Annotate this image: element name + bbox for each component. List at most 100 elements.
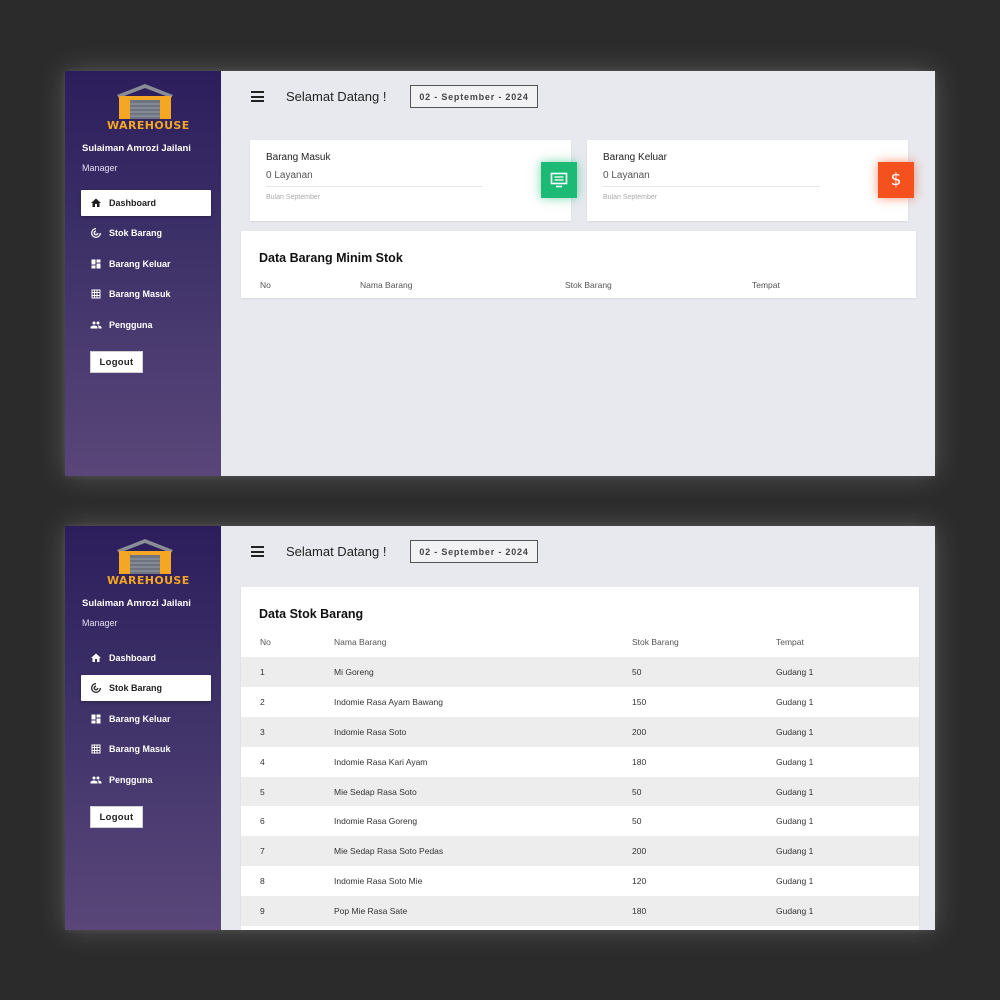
warehouse-icon xyxy=(117,84,173,119)
warehouse-icon xyxy=(117,539,173,574)
user-role: Manager xyxy=(82,618,118,628)
table-grid-icon xyxy=(91,744,101,754)
column-header-no: No xyxy=(260,637,271,647)
barang-keluar-card: Barang Keluar 0 Layanan Bulan September … xyxy=(587,140,914,221)
column-header-stok-barang: Stok Barang xyxy=(632,637,679,647)
sidebar-item-label: Dashboard xyxy=(109,198,157,208)
column-header-no: No xyxy=(260,280,271,290)
logout-button[interactable]: Logout xyxy=(90,351,143,373)
sidebar-item-stok-barang[interactable]: Stok Barang xyxy=(81,220,211,246)
cell-no: 8 xyxy=(260,876,265,887)
cell-stok-barang: 50 xyxy=(632,816,642,827)
column-header-nama-barang: Nama Barang xyxy=(360,280,413,290)
cell-tempat: Gudang 1 xyxy=(776,726,814,737)
cell-nama-barang: Indomie Rasa Soto Mie xyxy=(334,876,423,887)
cell-no: 4 xyxy=(260,756,265,767)
cell-tempat: Gudang 1 xyxy=(776,816,814,827)
cell-no: 3 xyxy=(260,726,265,737)
sidebar-item-pengguna[interactable]: Pengguna xyxy=(81,767,211,793)
table-row: 1 Mi Goreng 50 Gudang 1 xyxy=(241,657,919,687)
brand-text: WAREHOUSE xyxy=(107,119,190,132)
sidebar-item-barang-masuk[interactable]: Barang Masuk xyxy=(81,281,211,307)
people-icon xyxy=(90,776,102,784)
date-display: 02 - September - 2024 xyxy=(410,85,538,108)
sidebar-item-label: Dashboard xyxy=(109,653,157,663)
sidebar-item-label: Pengguna xyxy=(109,774,153,785)
sidebar-item-label: Barang Keluar xyxy=(109,258,171,269)
hamburger-menu-icon[interactable] xyxy=(251,91,264,102)
table-title: Data Barang Minim Stok xyxy=(259,251,403,265)
sidebar-item-label: Barang Masuk xyxy=(109,744,171,755)
cell-stok-barang: 200 xyxy=(632,846,647,857)
radar-icon xyxy=(91,228,101,239)
user-role: Manager xyxy=(82,163,118,173)
table-title: Data Stok Barang xyxy=(259,607,364,621)
sidebar-item-barang-masuk[interactable]: Barang Masuk xyxy=(81,736,211,762)
sidebar: WAREHOUSE Sulaiman Amrozi Jailani Manage… xyxy=(65,526,221,930)
column-header-stok-barang: Stok Barang xyxy=(565,280,612,290)
card-note: Bulan September xyxy=(603,194,658,201)
logout-button[interactable]: Logout xyxy=(90,806,143,828)
hamburger-menu-icon[interactable] xyxy=(251,546,264,557)
sidebar-item-stok-barang[interactable]: Stok Barang xyxy=(81,675,211,702)
cell-nama-barang: Mie Sedap Rasa Soto xyxy=(334,786,417,797)
barang-masuk-card: Barang Masuk 0 Layanan Bulan September xyxy=(250,140,577,221)
table-row: 7 Mie Sedap Rasa Soto Pedas 200 Gudang 1 xyxy=(241,836,919,867)
cell-stok-barang: 150 xyxy=(632,696,647,707)
cell-no: 7 xyxy=(260,846,265,857)
stock-table-card: Data Stok Barang No Nama Barang Stok Bar… xyxy=(241,587,919,930)
sidebar-item-barang-keluar[interactable]: Barang Keluar xyxy=(81,706,211,732)
table-row: 9 Pop Mie Rasa Sate 180 Gudang 1 xyxy=(241,896,919,927)
cell-tempat: Gudang 1 xyxy=(776,906,814,917)
card-title: Barang Keluar xyxy=(603,152,667,163)
sidebar-item-label: Stok Barang xyxy=(109,228,163,239)
column-header-tempat: Tempat xyxy=(752,280,780,290)
cell-no: 1 xyxy=(260,667,265,677)
dashboard-grid-icon xyxy=(91,714,101,724)
table-row: 2 Indomie Rasa Ayam Bawang 150 Gudang 1 xyxy=(241,687,919,717)
warehouse-logo: WAREHOUSE xyxy=(105,83,190,135)
sidebar: WAREHOUSE Sulaiman Amrozi Jailani Manage… xyxy=(65,71,221,476)
sidebar-nav: Dashboard Stok Barang Barang Keluar Bara… xyxy=(81,190,211,342)
cell-tempat: Gudang 1 xyxy=(776,756,814,767)
warehouse-logo: WAREHOUSE xyxy=(105,538,190,590)
min-stock-table-card: Data Barang Minim Stok No Nama Barang St… xyxy=(241,231,916,298)
cell-stok-barang: 120 xyxy=(632,876,647,887)
table-grid-icon xyxy=(91,289,101,299)
card-title: Barang Masuk xyxy=(266,152,331,163)
dashboard-screen: WAREHOUSE Sulaiman Amrozi Jailani Manage… xyxy=(65,71,935,476)
table-row: 6 Indomie Rasa Goreng 50 Gudang 1 xyxy=(241,806,919,836)
table-row: 3 Indomie Rasa Soto 200 Gudang 1 xyxy=(241,716,919,747)
cell-tempat: Gudang 1 xyxy=(776,876,814,887)
cell-nama-barang: Indomie Rasa Soto xyxy=(334,726,407,737)
sidebar-item-barang-keluar[interactable]: Barang Keluar xyxy=(81,251,211,277)
people-icon xyxy=(90,321,102,329)
card-value: 0 Layanan xyxy=(603,170,650,181)
cell-stok-barang: 200 xyxy=(632,726,647,737)
divider xyxy=(603,186,820,187)
brand-text: WAREHOUSE xyxy=(107,574,190,587)
sidebar-item-dashboard[interactable]: Dashboard xyxy=(81,190,211,216)
cell-nama-barang: Mi Goreng xyxy=(334,667,374,677)
sidebar-nav: Dashboard Stok Barang Barang Keluar Bara… xyxy=(81,645,211,797)
cell-nama-barang: Pop Mie Rasa Sate xyxy=(334,906,408,917)
sidebar-item-dashboard[interactable]: Dashboard xyxy=(81,645,211,671)
table-row: 8 Indomie Rasa Soto Mie 120 Gudang 1 xyxy=(241,866,919,896)
cell-no: 9 xyxy=(260,906,265,917)
column-header-tempat: Tempat xyxy=(776,637,804,647)
cell-nama-barang: Mie Sedap Rasa Soto Pedas xyxy=(334,846,444,857)
card-note: Bulan September xyxy=(266,194,321,201)
date-display: 02 - September - 2024 xyxy=(410,540,538,563)
table-row: 4 Indomie Rasa Kari Ayam 180 Gudang 1 xyxy=(241,747,919,777)
dollar-icon: $ xyxy=(878,162,914,198)
home-icon xyxy=(91,653,101,662)
sidebar-item-pengguna[interactable]: Pengguna xyxy=(81,312,211,338)
user-name: Sulaiman Amrozi Jailani xyxy=(82,598,191,609)
cell-tempat: Gudang 1 xyxy=(776,667,814,677)
welcome-text: Selamat Datang ! xyxy=(286,544,387,559)
cell-stok-barang: 180 xyxy=(632,906,647,917)
dashboard-grid-icon xyxy=(91,259,101,269)
cell-nama-barang: Indomie Rasa Goreng xyxy=(334,816,418,827)
user-name: Sulaiman Amrozi Jailani xyxy=(82,143,191,154)
cell-stok-barang: 180 xyxy=(632,756,647,767)
